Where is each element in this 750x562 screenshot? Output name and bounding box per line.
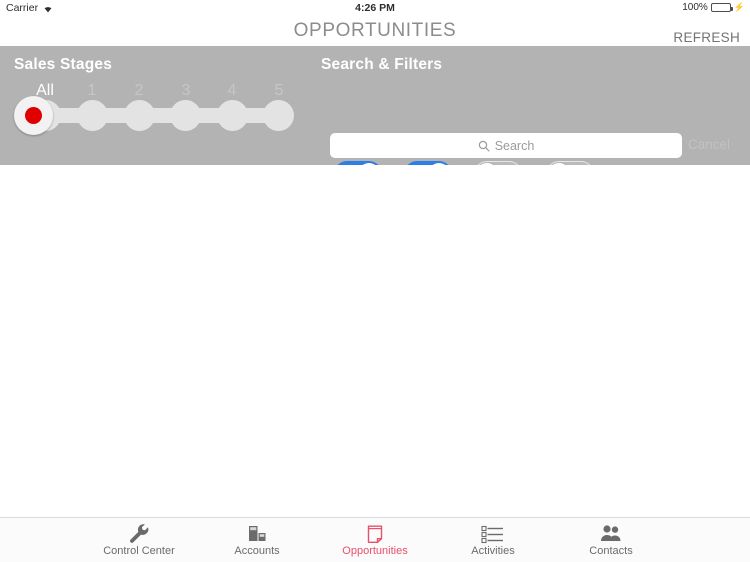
stage-selected-indicator <box>25 107 42 124</box>
navigation-bar: OPPORTUNITIES REFRESH <box>0 18 750 46</box>
stage-node-2[interactable] <box>124 100 155 131</box>
stage-label-5[interactable]: 5 <box>256 82 302 100</box>
tab-contacts[interactable]: Contacts <box>565 522 657 557</box>
tab-control-center[interactable]: Control Center <box>93 522 185 557</box>
people-icon <box>599 522 623 544</box>
search-icon <box>478 140 490 152</box>
stage-label-4[interactable]: 4 <box>209 82 255 100</box>
search-filters-title: Search & Filters <box>321 56 443 73</box>
tab-opportunities-label: Opportunities <box>342 545 408 557</box>
tab-bar: Control Center Accounts Opportunities Ac… <box>0 517 750 562</box>
stage-node-4[interactable] <box>217 100 248 131</box>
stage-node-1[interactable] <box>77 100 108 131</box>
clock: 4:26 PM <box>355 2 395 14</box>
tab-accounts[interactable]: Accounts <box>211 522 303 557</box>
notepad-icon <box>364 522 386 544</box>
status-bar: Carrier 4:26 PM 100% ⚡ <box>0 0 750 18</box>
refresh-button[interactable]: REFRESH <box>673 30 740 45</box>
status-bar-right: 100% ⚡ <box>682 2 745 13</box>
stage-slider-knob[interactable] <box>14 96 53 135</box>
app-screen: Carrier 4:26 PM 100% ⚡ OPPORTUNITIES REF… <box>0 0 750 562</box>
buildings-icon <box>246 522 268 544</box>
stage-node-3[interactable] <box>170 100 201 131</box>
lightning-bolt-icon: ⚡ <box>733 2 745 12</box>
sales-stage-slider[interactable]: All 1 2 3 4 5 <box>13 82 294 150</box>
tab-opportunities[interactable]: Opportunities <box>329 522 421 557</box>
tab-accounts-label: Accounts <box>234 545 280 557</box>
filter-panel: Sales Stages Search & Filters All 1 2 3 … <box>0 46 750 201</box>
stage-label-3[interactable]: 3 <box>163 82 209 100</box>
stage-labels: All 1 2 3 4 5 <box>13 82 291 104</box>
stage-node-5[interactable] <box>263 100 294 131</box>
checklist-icon <box>480 522 506 544</box>
tab-control-center-label: Control Center <box>103 545 175 557</box>
stage-label-1[interactable]: 1 <box>69 82 115 100</box>
tab-activities-label: Activities <box>471 545 515 557</box>
battery-percent-label: 100% <box>682 2 708 13</box>
search-placeholder: Search <box>494 138 535 153</box>
battery-icon <box>710 3 733 12</box>
page-title: OPPORTUNITIES <box>293 20 457 41</box>
stage-label-2[interactable]: 2 <box>116 82 162 100</box>
cancel-button[interactable]: Cancel <box>688 137 730 152</box>
wrench-icon <box>128 522 150 544</box>
tab-contacts-label: Contacts <box>589 545 633 557</box>
tab-activities[interactable]: Activities <box>447 522 539 557</box>
opportunities-list <box>0 165 750 517</box>
search-input[interactable]: Search <box>330 133 682 158</box>
sales-stages-title: Sales Stages <box>14 56 113 73</box>
